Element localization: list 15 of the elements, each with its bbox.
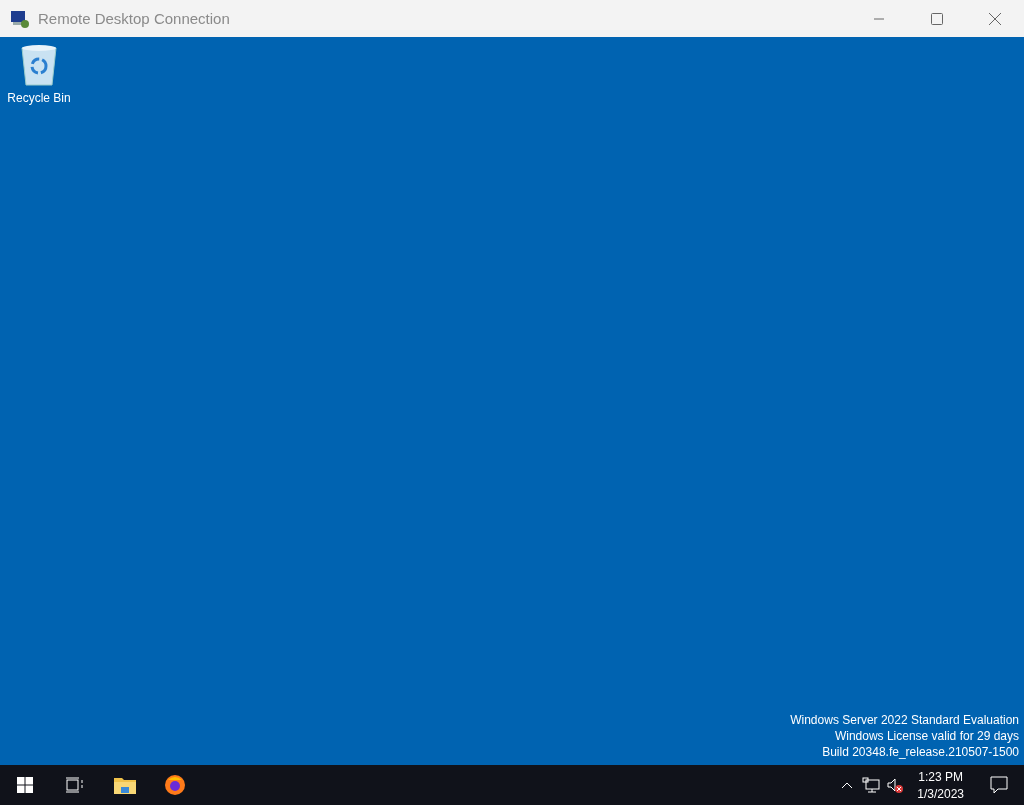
speech-bubble-icon bbox=[990, 776, 1008, 794]
evaluation-notice-text: Build 20348.fe_release.210507-1500 bbox=[822, 745, 1019, 759]
evaluation-notice-text: Windows Server 2022 Standard Evaluation bbox=[790, 713, 1019, 727]
clock[interactable]: 1:23 PM 1/3/2023 bbox=[907, 765, 974, 805]
browser-icon bbox=[164, 774, 186, 796]
maximize-icon bbox=[931, 12, 943, 25]
remote-desktop-icon bbox=[10, 8, 30, 29]
folder-icon bbox=[114, 776, 136, 794]
recycle-bin-icon[interactable] bbox=[19, 43, 59, 87]
close-icon bbox=[988, 11, 1002, 26]
windows-logo-icon bbox=[17, 777, 33, 793]
task-view-icon bbox=[66, 777, 84, 793]
desktop-icon-label[interactable]: Recycle Bin bbox=[7, 91, 71, 105]
evaluation-notice-text: Windows License valid for 29 days bbox=[834, 729, 1019, 743]
window-title: Remote Desktop Connection bbox=[38, 10, 230, 27]
